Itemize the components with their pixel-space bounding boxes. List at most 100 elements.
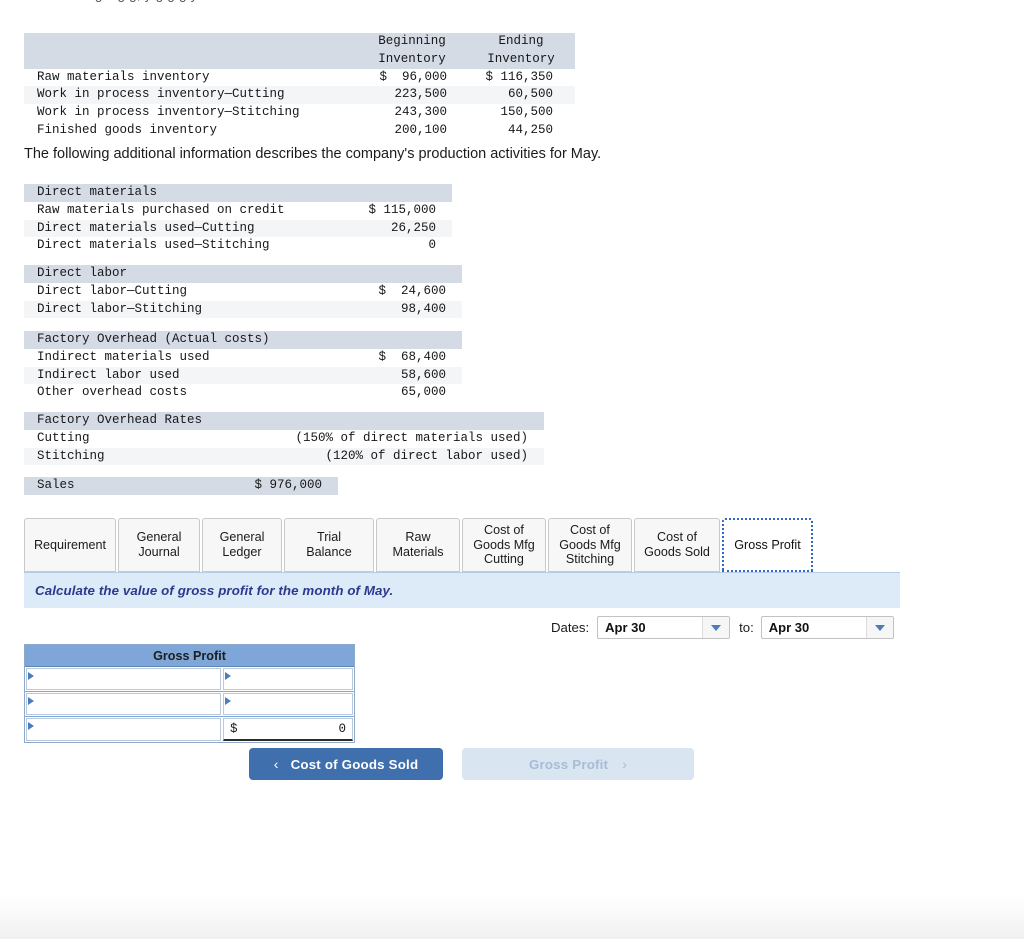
cutoff-text-strip: ing ing g, y g g g y (0, 0, 1024, 22)
prev-button-label: Cost of Goods Sold (290, 756, 419, 772)
worksheet-total-row: $ 0 (25, 717, 354, 742)
tab-general-journal[interactable]: General Journal (118, 518, 200, 572)
next-gross-profit-button: Gross Profit › (462, 748, 694, 780)
cell-dropdown-marker-icon (225, 697, 231, 705)
row-label: Direct labor—Cutting (37, 283, 188, 298)
row-label: Indirect materials used (37, 349, 210, 364)
inventory-header-blank (24, 33, 357, 51)
cell-dropdown-marker-icon (225, 672, 231, 680)
date-from-select[interactable]: Apr 30 (597, 616, 731, 639)
footer-gradient (0, 893, 1024, 939)
row-label: Stitching (24, 447, 184, 466)
tab-raw-materials[interactable]: Raw Materials (376, 518, 460, 572)
direct-labor-table: Direct labor Direct labor—Cutting $ 24,6… (24, 265, 462, 319)
tab-requirement[interactable]: Requirement (24, 518, 116, 572)
tab-general-ledger[interactable]: General Ledger (202, 518, 282, 572)
table-row: Direct materials used—Cutting 26,250 (24, 219, 452, 238)
date-from-dropdown-button[interactable] (702, 617, 730, 638)
table-row: Raw materials purchased on credit $ 115,… (24, 202, 452, 220)
direct-materials-table: Direct materials Raw materials purchased… (24, 184, 452, 255)
row-label: Work in process inventory—Cutting (24, 86, 357, 105)
worksheet-amount-cell[interactable] (223, 668, 353, 690)
worksheet-total-value: 0 (338, 722, 346, 736)
row-value: 26,250 (306, 219, 452, 238)
worksheet-description-cell[interactable] (26, 668, 221, 690)
row-label: Raw materials purchased on credit (37, 202, 285, 217)
row-label: Finished goods inventory (37, 122, 218, 137)
inventory-header-ending-2: Inventory (467, 50, 575, 69)
cell-dropdown-marker-icon (28, 722, 34, 730)
section-title: Factory Overhead (Actual costs) (24, 331, 306, 349)
table-row: Other overhead costs 65,000 (24, 384, 462, 402)
table-row: Raw materials inventory $ 96,000 $ 116,3… (24, 69, 575, 87)
section-header-row: Factory Overhead Rates (24, 412, 544, 430)
row-value: 98,400 (306, 300, 462, 319)
row-value: $ 115,000 (368, 202, 436, 217)
tab-cost-of-goods-sold[interactable]: Cost of Goods Sold (634, 518, 720, 572)
row-value: (150% of direct materials used) (295, 430, 528, 445)
factory-overhead-actual-table: Factory Overhead (Actual costs) Indirect… (24, 331, 462, 402)
prev-cost-of-goods-sold-button[interactable]: ‹ Cost of Goods Sold (249, 748, 443, 780)
chevron-right-icon: › (622, 756, 628, 772)
dates-row: Dates: Apr 30 to: Apr 30 (551, 616, 894, 639)
row-ending-value: 60,500 (467, 86, 575, 105)
worksheet-row (25, 667, 354, 692)
row-label: Work in process inventory—Stitching (37, 105, 300, 120)
section-header-row: Direct materials (24, 184, 452, 202)
table-row: Work in process inventory—Stitching 243,… (24, 104, 575, 122)
instruction-text: Calculate the value of gross profit for … (35, 583, 394, 598)
tab-gross-profit[interactable]: Gross Profit (722, 518, 813, 572)
date-to-select[interactable]: Apr 30 (760, 616, 894, 639)
gross-profit-worksheet: Gross Profit $ 0 (24, 644, 355, 743)
row-value: 58,600 (306, 366, 462, 385)
section-title-spacer (306, 184, 452, 202)
date-to-value: Apr 30 (768, 620, 810, 635)
table-row: Cutting (150% of direct materials used) (24, 430, 544, 448)
dates-label: Dates: (551, 620, 590, 635)
row-value: 0 (428, 238, 436, 253)
navigation-buttons: ‹ Cost of Goods Sold Gross Profit › (249, 748, 694, 780)
date-from-value: Apr 30 (605, 620, 646, 635)
table-row: Indirect labor used 58,600 (24, 366, 462, 385)
tab-cost-of-goods-mfg-cutting[interactable]: Cost of Goods Mfg Cutting (462, 518, 546, 572)
sales-table: Sales $ 976,000 (24, 477, 338, 495)
section-title-spacer (306, 265, 462, 283)
inventory-header-beginning-1: Beginning (357, 33, 467, 51)
section-header-row: Direct labor (24, 265, 462, 283)
section-title-spacer (184, 412, 544, 430)
chevron-left-icon: ‹ (273, 756, 279, 772)
chevron-down-icon (711, 624, 722, 631)
narrative-text: The following additional information des… (24, 146, 602, 162)
tab-trial-balance[interactable]: Trial Balance (284, 518, 374, 572)
currency-symbol: $ (230, 722, 238, 736)
row-value: 65,000 (400, 385, 446, 400)
row-ending-value: 44,250 (507, 122, 553, 137)
row-value: $ 24,600 (378, 283, 446, 298)
row-beginning-value: 243,300 (394, 105, 447, 120)
inventory-table: Beginning Ending Inventory Inventory Raw… (24, 33, 575, 140)
cutoff-text: ing ing g, y g g g y (84, 0, 198, 2)
section-title: Direct labor (24, 265, 306, 283)
worksheet-description-cell[interactable] (26, 693, 221, 715)
table-row: Direct labor—Stitching 98,400 (24, 300, 462, 319)
row-beginning-value: $ 96,000 (379, 69, 447, 84)
section-title: Direct materials (24, 184, 306, 202)
date-to-dropdown-button[interactable] (865, 617, 893, 638)
table-row: Direct materials used—Stitching 0 (24, 237, 452, 255)
row-value: $ 68,400 (378, 349, 446, 364)
inventory-header-ending-1: Ending (467, 33, 575, 51)
row-label: Direct labor—Stitching (24, 300, 306, 319)
table-row: Direct labor—Cutting $ 24,600 (24, 283, 462, 301)
table-row: Finished goods inventory 200,100 44,250 (24, 122, 575, 140)
worksheet-row (25, 692, 354, 717)
dates-to-label: to: (739, 620, 754, 635)
row-label: Direct materials used—Stitching (37, 238, 270, 253)
row-beginning-value: 223,500 (357, 86, 467, 105)
row-beginning-value: 200,100 (394, 122, 447, 137)
worksheet-amount-cell[interactable] (223, 693, 353, 715)
tab-cost-of-goods-mfg-stitching[interactable]: Cost of Goods Mfg Stitching (548, 518, 632, 572)
row-ending-value: 150,500 (500, 105, 553, 120)
worksheet-description-cell[interactable] (26, 718, 221, 741)
factory-overhead-rates-table: Factory Overhead Rates Cutting (150% of … (24, 412, 544, 466)
section-title-spacer (306, 331, 462, 349)
